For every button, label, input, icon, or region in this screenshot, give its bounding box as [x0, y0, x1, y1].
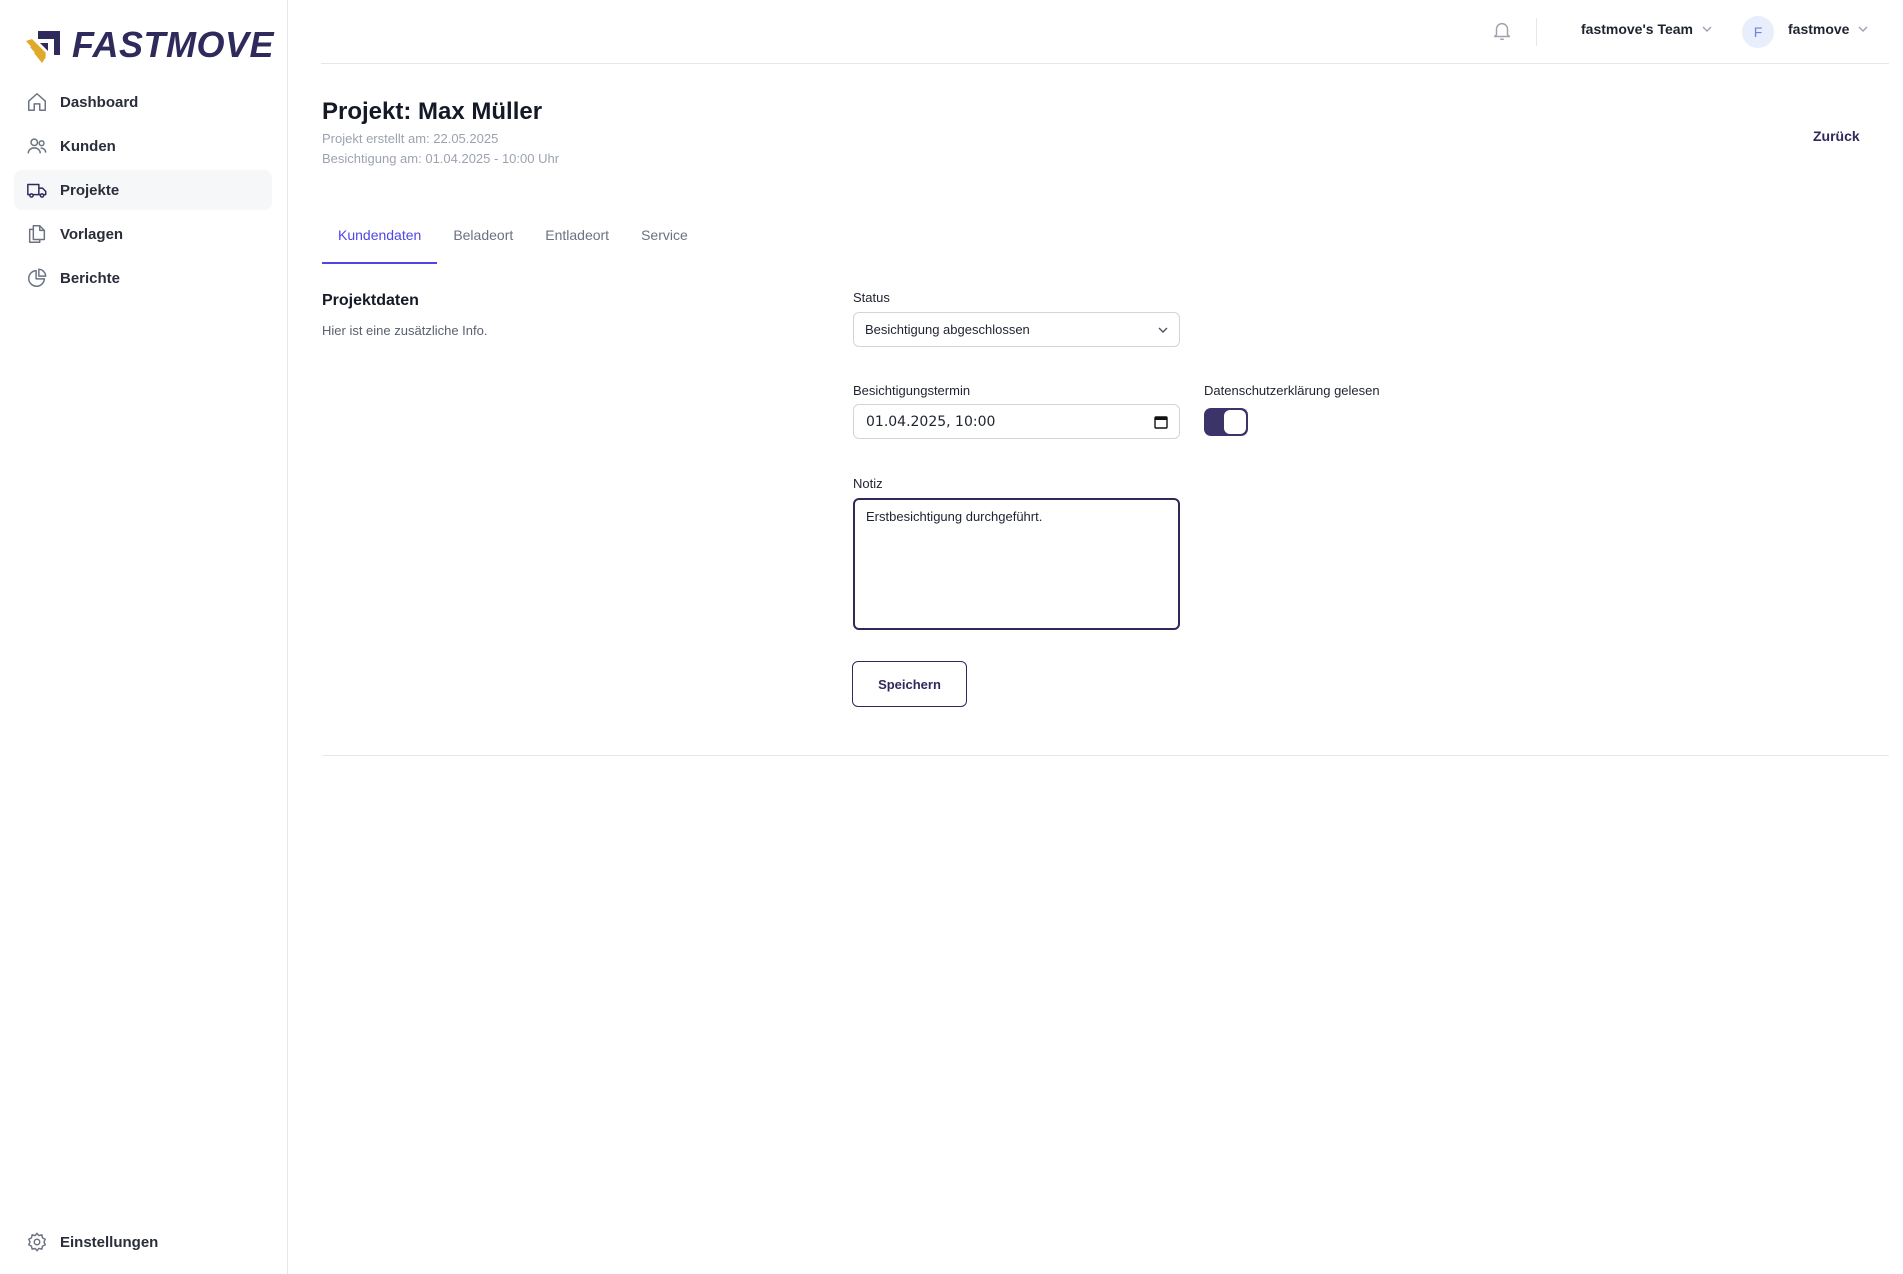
toggle-knob: [1224, 410, 1246, 434]
appointment-datetime-input[interactable]: 01.04.2025, 10:00: [853, 404, 1180, 439]
sidebar-item-label: Einstellungen: [60, 1233, 159, 1251]
tab-bar: Kundendaten Beladeort Entladeort Service: [322, 220, 704, 264]
sidebar: FASTMOVE Dashboard Kunden Projekte Vorla…: [0, 0, 288, 1274]
status-select[interactable]: Besichtigung abgeschlossen: [853, 312, 1180, 347]
topbar: fastmove's Team F fastmove: [321, 0, 1889, 64]
sidebar-item-vorlagen[interactable]: Vorlagen: [14, 214, 272, 254]
sidebar-item-kunden[interactable]: Kunden: [14, 126, 272, 166]
logo-mark-icon: [26, 31, 60, 63]
team-switcher[interactable]: fastmove's Team: [1581, 21, 1713, 37]
logo-text: FASTMOVE: [72, 24, 275, 65]
note-label: Notiz: [853, 476, 883, 491]
sidebar-item-berichte[interactable]: Berichte: [14, 258, 272, 298]
pie-chart-icon: [25, 266, 49, 290]
chevron-down-icon: [1158, 327, 1168, 333]
topbar-divider: [1536, 18, 1537, 46]
privacy-label: Datenschutzerklärung gelesen: [1204, 383, 1380, 398]
section-title: Projektdaten: [322, 292, 419, 309]
note-textarea[interactable]: Erstbesichtigung durchgeführt.: [853, 498, 1180, 630]
tab-beladeort[interactable]: Beladeort: [437, 220, 529, 264]
sidebar-item-label: Projekte: [60, 181, 120, 199]
bell-icon[interactable]: [1491, 20, 1515, 44]
tab-kundendaten[interactable]: Kundendaten: [322, 220, 438, 264]
sidebar-item-label: Berichte: [60, 269, 121, 287]
privacy-toggle[interactable]: [1204, 408, 1248, 436]
gear-icon: [25, 1230, 49, 1254]
section-description: Hier ist eine zusätzliche Info.: [322, 323, 488, 338]
sidebar-item-projekte[interactable]: Projekte: [14, 170, 272, 210]
sidebar-item-dashboard[interactable]: Dashboard: [14, 82, 272, 122]
appointment-value: 01.04.2025, 10:00: [866, 413, 996, 430]
project-created-date: Projekt erstellt am: 22.05.2025: [322, 131, 499, 146]
sidebar-item-label: Kunden: [60, 137, 116, 155]
user-menu[interactable]: fastmove: [1788, 21, 1869, 37]
truck-icon: [25, 178, 49, 202]
calendar-icon[interactable]: [1154, 415, 1168, 429]
settings-section: Einstellungen: [14, 1222, 272, 1266]
back-link[interactable]: Zurück: [1813, 128, 1860, 144]
sidebar-item-label: Dashboard: [60, 93, 139, 111]
tab-entladeort[interactable]: Entladeort: [529, 220, 625, 264]
status-value: Besichtigung abgeschlossen: [865, 322, 1030, 337]
chevron-down-icon: [1702, 26, 1712, 32]
inspection-date: Besichtigung am: 01.04.2025 - 10:00 Uhr: [322, 151, 560, 166]
home-icon: [25, 90, 49, 114]
avatar[interactable]: F: [1742, 16, 1774, 48]
sidebar-item-einstellungen[interactable]: Einstellungen: [14, 1222, 272, 1262]
users-icon: [25, 134, 49, 158]
status-label: Status: [853, 290, 890, 305]
team-label: fastmove's Team: [1581, 21, 1694, 37]
documents-icon: [25, 222, 49, 246]
section-divider: [322, 755, 1889, 756]
page-title: Projekt: Max Müller: [322, 98, 543, 125]
appointment-label: Besichtigungstermin: [853, 383, 971, 398]
user-label: fastmove: [1788, 21, 1850, 37]
save-button[interactable]: Speichern: [852, 661, 967, 707]
chevron-down-icon: [1858, 26, 1868, 32]
logo[interactable]: FASTMOVE: [24, 24, 274, 66]
tab-service[interactable]: Service: [625, 220, 704, 264]
sidebar-item-label: Vorlagen: [60, 225, 124, 243]
sidebar-nav: Dashboard Kunden Projekte Vorlagen Beric…: [14, 82, 272, 302]
